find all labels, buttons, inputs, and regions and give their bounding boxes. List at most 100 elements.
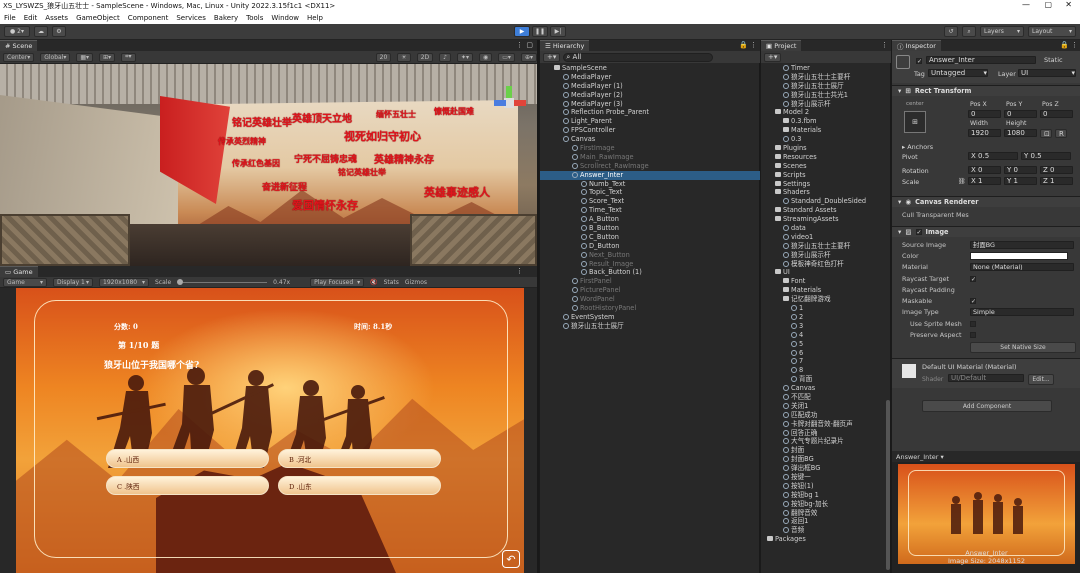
- tab-inspector[interactable]: ⓘ Inspector: [892, 40, 941, 51]
- answer-a-button[interactable]: A .山西: [106, 449, 269, 468]
- property-checkbox[interactable]: [970, 332, 976, 339]
- hierarchy-item[interactable]: A_Button: [540, 215, 760, 224]
- hierarchy-item[interactable]: RootHistoryPanel: [540, 304, 760, 313]
- preview-header[interactable]: Answer_Inter ▾: [892, 451, 1080, 462]
- hierarchy-item[interactable]: Main_RawImage: [540, 153, 760, 162]
- hierarchy-item[interactable]: D_Button: [540, 242, 760, 251]
- gizmos-toggle[interactable]: Gizmos: [405, 279, 427, 286]
- raw-edit-icon[interactable]: R: [1055, 129, 1067, 138]
- project-item[interactable]: 模板神奇红色打杆: [761, 260, 885, 269]
- project-item[interactable]: 返回1: [761, 517, 885, 526]
- project-item[interactable]: 按钮bg 1: [761, 491, 885, 500]
- collab-icon[interactable]: ⚙: [52, 26, 66, 37]
- display-dropdown[interactable]: Display 1 ▾: [53, 277, 93, 287]
- project-item[interactable]: 7: [761, 357, 885, 366]
- project-item[interactable]: 狼牙山五壮士展厅: [761, 82, 885, 91]
- active-checkbox[interactable]: ✓: [916, 58, 922, 65]
- camera-icon[interactable]: ▭▾: [498, 52, 515, 62]
- hierarchy-item[interactable]: MediaPlayer (1): [540, 82, 760, 91]
- maximize-icon[interactable]: ▢: [1044, 0, 1052, 9]
- project-item[interactable]: Standard Assets: [761, 206, 885, 215]
- tab-scene[interactable]: # Scene: [0, 40, 38, 51]
- menu-item-edit[interactable]: Edit: [24, 14, 38, 22]
- rotation-x-field[interactable]: X 0: [968, 166, 1001, 174]
- image-enabled-checkbox[interactable]: ✓: [915, 229, 922, 236]
- answer-d-button[interactable]: D .山东: [278, 476, 441, 495]
- project-item[interactable]: Resources: [761, 153, 885, 162]
- project-item[interactable]: 狼牙山五壮士主要杆: [761, 73, 885, 82]
- panel-menu-icon[interactable]: ⋮: [881, 41, 888, 49]
- project-item[interactable]: 大气专题片纪录片: [761, 437, 885, 446]
- panel-menu-icon[interactable]: ⋮: [516, 41, 523, 49]
- back-icon[interactable]: ↶: [502, 550, 520, 568]
- hierarchy-item[interactable]: FPSController: [540, 126, 760, 135]
- project-item[interactable]: Materials: [761, 286, 885, 295]
- project-item[interactable]: Scenes: [761, 162, 885, 171]
- audio-icon[interactable]: ♪: [439, 52, 451, 62]
- menu-item-component[interactable]: Component: [128, 14, 169, 22]
- property-field[interactable]: 封面BG: [970, 240, 1074, 249]
- account-dropdown[interactable]: ● 2 ▾: [4, 26, 30, 37]
- layout-dropdown[interactable]: Layout ▾: [1028, 26, 1076, 37]
- hierarchy-item[interactable]: MediaPlayer: [540, 73, 760, 82]
- color-swatch[interactable]: [970, 251, 1068, 260]
- project-item[interactable]: Settings: [761, 180, 885, 189]
- space-dropdown[interactable]: Global ▾: [40, 52, 71, 62]
- project-item[interactable]: 弹出框BG: [761, 464, 885, 473]
- stats-toggle[interactable]: Stats: [384, 279, 399, 286]
- layers-dropdown[interactable]: Layers ▾: [980, 26, 1024, 37]
- project-item[interactable]: 背面: [761, 375, 885, 384]
- menu-item-assets[interactable]: Assets: [45, 14, 68, 22]
- edit-shader-button[interactable]: Edit...: [1028, 374, 1054, 385]
- pivot-y-field[interactable]: Y 0.5: [1021, 152, 1071, 160]
- object-name-field[interactable]: Answer_Inter: [926, 56, 1036, 64]
- menu-item-gameobject[interactable]: GameObject: [76, 14, 120, 22]
- scene-viewport[interactable]: 铭记英雄壮举 英雄顶天立地 缅怀五壮士 慷慨赴国难 传承英烈精神 视死如归守初心…: [0, 64, 537, 266]
- scale-y-field[interactable]: Y 1: [1004, 177, 1037, 185]
- hierarchy-item[interactable]: Topic_Text: [540, 188, 760, 197]
- project-item[interactable]: Font: [761, 277, 885, 286]
- hierarchy-item[interactable]: Next_Button: [540, 251, 760, 260]
- hierarchy-item[interactable]: Reflection Probe_Parent: [540, 108, 760, 117]
- answer-b-button[interactable]: B .河北: [278, 449, 441, 468]
- project-item[interactable]: 5: [761, 340, 885, 349]
- gizmos-icon[interactable]: ⊕▾: [520, 52, 537, 62]
- scale-z-field[interactable]: Z 1: [1040, 177, 1073, 185]
- play-button[interactable]: ▶: [514, 26, 530, 37]
- z-axis-cone[interactable]: [494, 100, 506, 106]
- project-item[interactable]: 1: [761, 304, 885, 313]
- project-item[interactable]: 8: [761, 366, 885, 375]
- scale-slider[interactable]: [177, 278, 268, 286]
- project-item[interactable]: Shaders: [761, 188, 885, 197]
- tag-dropdown[interactable]: Untagged ▾: [928, 69, 988, 77]
- play-focused-dropdown[interactable]: Play Focused ▾: [310, 277, 365, 287]
- add-component-button[interactable]: Add Component: [922, 400, 1052, 412]
- project-item[interactable]: 封面BG: [761, 455, 885, 464]
- project-item[interactable]: 0.3: [761, 135, 885, 144]
- hierarchy-search-input[interactable]: ⌕ All: [563, 52, 714, 62]
- create-button[interactable]: +▾: [764, 52, 782, 62]
- width-field[interactable]: 1920: [968, 129, 1001, 137]
- layer-dropdown[interactable]: UI ▾: [1018, 69, 1076, 77]
- project-item[interactable]: Canvas: [761, 384, 885, 393]
- menu-item-services[interactable]: Services: [176, 14, 206, 22]
- hierarchy-item[interactable]: C_Button: [540, 233, 760, 242]
- static-toggle[interactable]: Static: [1044, 56, 1063, 64]
- step-button[interactable]: ▶|: [550, 26, 566, 37]
- cloud-icon[interactable]: ☁: [34, 26, 48, 37]
- project-item[interactable]: StreamingAssets: [761, 215, 885, 224]
- lock-icon[interactable]: 🔒: [739, 41, 748, 49]
- menu-item-tools[interactable]: Tools: [246, 14, 263, 22]
- scale-x-field[interactable]: X 1: [968, 177, 1001, 185]
- project-item[interactable]: 封面: [761, 446, 885, 455]
- search-icon[interactable]: ⌕: [962, 26, 976, 37]
- project-item[interactable]: 记忆翻牌游戏: [761, 295, 885, 304]
- menu-item-file[interactable]: File: [4, 14, 16, 22]
- game-view-dropdown[interactable]: Game ▾: [3, 277, 47, 287]
- pivot-dropdown[interactable]: Center ▾: [3, 52, 35, 62]
- project-item[interactable]: 6: [761, 349, 885, 358]
- hierarchy-item[interactable]: MediaPlayer (2): [540, 91, 760, 100]
- hierarchy-item[interactable]: Back_Button (1): [540, 268, 760, 277]
- tab-project[interactable]: ▣ Project: [761, 40, 802, 51]
- mute-icon[interactable]: 🔇: [370, 279, 377, 286]
